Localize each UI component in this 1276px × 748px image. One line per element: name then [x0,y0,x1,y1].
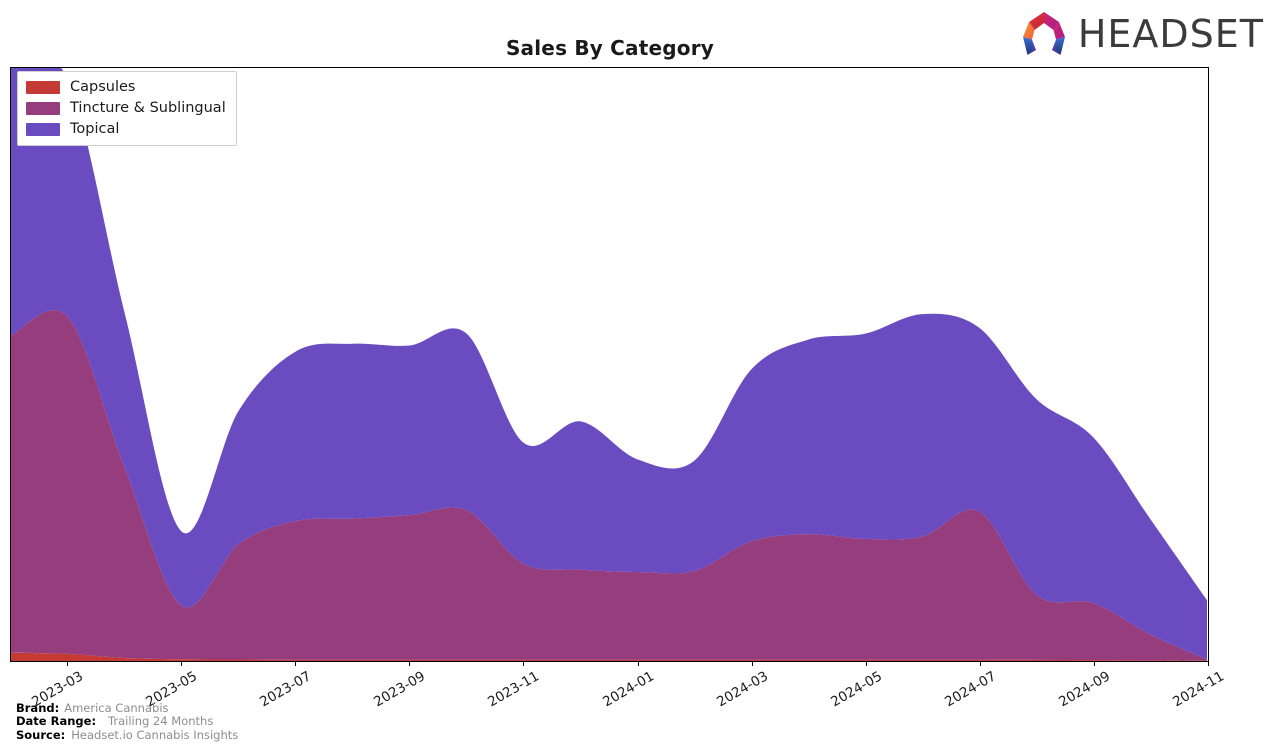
chart-page: Sales By Category HEADSET Capsules Tinct… [0,0,1276,748]
x-axis-tick-mark [523,662,525,666]
plot-area [10,67,1209,662]
area-series-topical [11,68,1208,660]
x-axis-tick-label: 2024-11 [1170,668,1227,711]
legend-swatch-topical [26,123,60,136]
x-axis-tick-mark [409,662,411,666]
x-axis-tick-mark [751,662,753,666]
headset-hexagon-logo-icon [1022,12,1065,55]
x-axis-tick-mark [979,662,981,666]
x-axis-tick-label: 2023-07 [257,668,315,711]
legend-item-capsules: Capsules [26,80,226,95]
chart-legend: Capsules Tincture & Sublingual Topical [17,71,237,146]
x-axis-tick-label: 2024-07 [941,668,999,711]
x-axis-tick-mark [1093,662,1095,666]
headset-logo: HEADSET [1018,10,1264,58]
legend-label-tincture-sublingual: Tincture & Sublingual [70,100,226,117]
footer-row-brand: Brand: America Cannabis [16,700,238,716]
footer-value-source: Headset.io Cannabis Insights [71,727,239,742]
x-axis-tick-label: 2024-01 [599,668,657,711]
legend-label-topical: Topical [70,121,120,138]
x-axis-tick-mark [637,662,639,666]
x-axis-tick-mark [295,662,297,666]
chart-footer: Brand: America Cannabis Date Range: Trai… [16,700,239,743]
footer-row-date-range: Date Range: Trailing 24 Months [16,714,238,729]
legend-item-tincture-sublingual: Tincture & Sublingual [26,101,226,116]
x-axis-tick-label: 2024-09 [1056,668,1113,711]
legend-item-topical: Topical [26,122,226,137]
x-axis-tick-label: 2023-11 [485,668,543,711]
legend-label-capsules: Capsules [70,79,136,96]
x-axis-tick-label: 2023-09 [371,668,429,711]
x-axis-tick-mark [67,662,69,666]
x-axis-tick-mark [865,662,867,666]
stacked-area-chart [11,68,1208,661]
footer-row-source: Source: Headset.io Cannabis Insights [16,727,239,743]
headset-wordmark: HEADSET [1077,12,1264,56]
x-axis-tick-label: 2024-05 [827,668,885,711]
legend-swatch-capsules [26,81,60,94]
footer-key-source: Source: [16,727,66,742]
footer-key-brand: Brand: [16,700,60,715]
footer-value-date-range: Trailing 24 Months [108,714,214,728]
x-axis-tick-label: 2024-03 [713,668,771,711]
x-axis-tick-mark [1208,662,1209,666]
footer-value-brand: America Cannabis [64,700,169,715]
legend-swatch-tincture-sublingual [26,102,60,115]
x-axis-tick-mark [181,662,183,666]
footer-key-date-range: Date Range: [16,714,97,728]
